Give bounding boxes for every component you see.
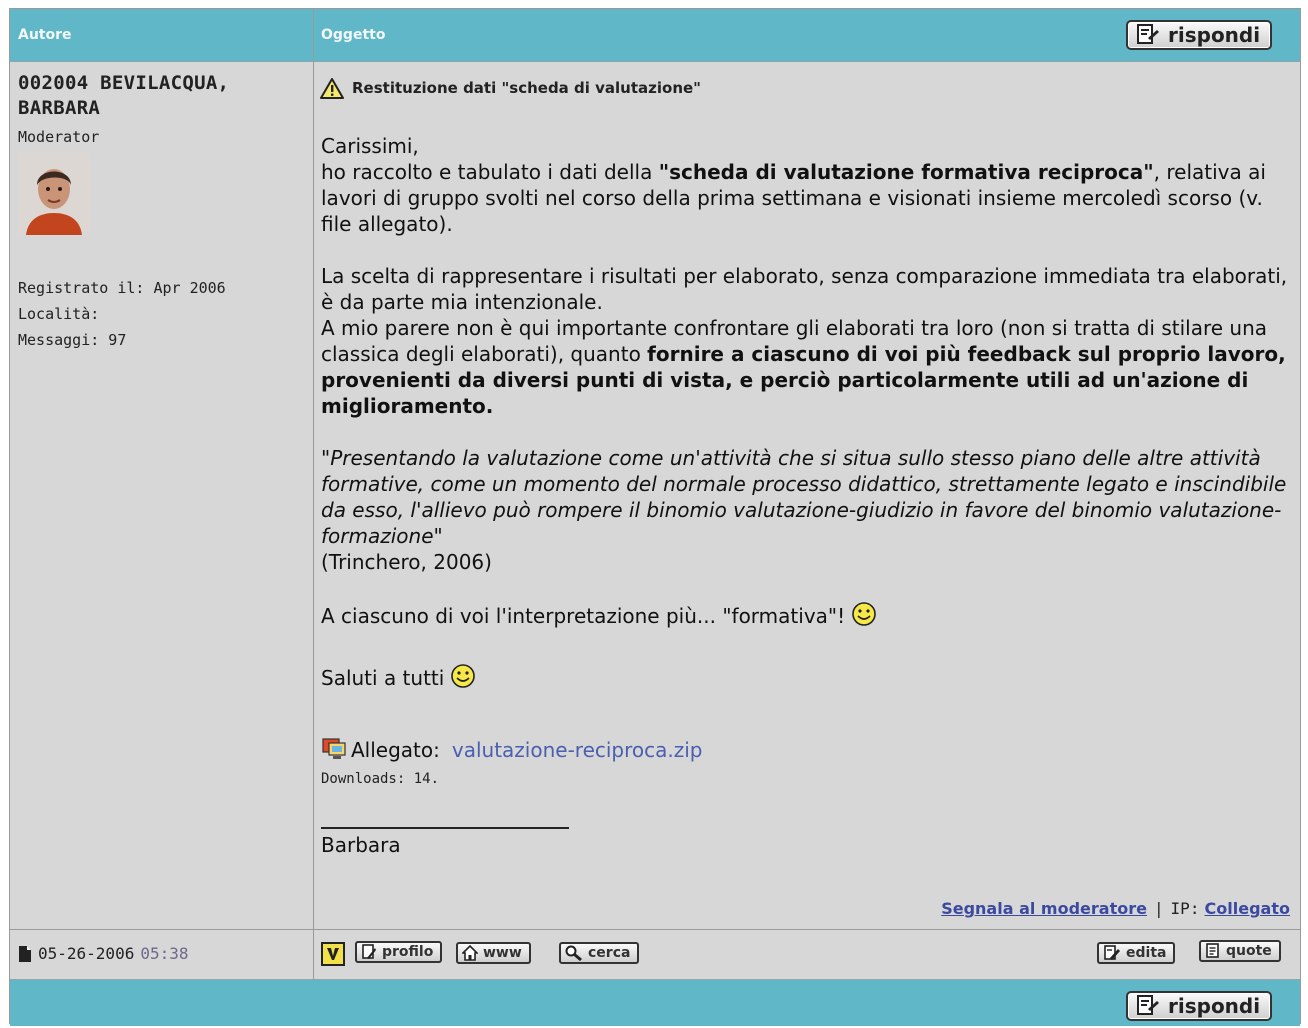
quote-button[interactable]: quote [1199,940,1281,962]
subject-column-header: Oggetto [321,27,386,43]
vcard-icon [327,948,339,960]
profile-label: profilo [382,944,434,960]
author-column-header: Autore [18,27,72,43]
post-controls: Segnala al moderatore | IP: Collegato [941,899,1290,918]
subject-text: Restituzione dati "scheda di valutazione… [352,79,701,97]
quotation: "Presentando la valutazione come un'atti… [321,446,1287,548]
ip-link[interactable]: Collegato [1205,899,1290,918]
attachment-icon [322,738,346,759]
attachment-link[interactable]: valutazione-reciproca.zip [452,737,703,763]
smiley-icon [450,663,476,695]
column-divider [313,9,314,979]
saluti-line: Saluti a tutti [321,666,445,690]
footer-divider [10,929,1300,930]
author-name[interactable]: 002004 BEVILACQUA, BARBARA [18,71,298,121]
quote-label: quote [1226,943,1272,959]
home-icon [462,945,478,961]
table-header: Autore Oggetto rispondi [10,9,1300,62]
signature: Barbara [321,833,401,857]
reply-button-top[interactable]: rispondi [1126,20,1273,50]
wish-line: A ciascuno di voi l'interpretazione più.… [321,604,846,628]
date-text: 05-26-2006 [38,944,135,963]
author-location: Località: [18,305,100,323]
www-button[interactable]: www [456,942,531,964]
post-frame: Autore Oggetto rispondi 002004 BEVILACQU… [9,8,1301,1026]
post-body: Carissimi, ho raccolto e tabulato i dati… [321,133,1296,858]
quote-icon [1206,943,1219,958]
document-icon [19,945,31,962]
warning-icon [320,78,344,99]
citation: (Trinchero, 2006) [321,550,492,574]
post-subject: Restituzione dati "scheda di valutazione… [320,77,701,99]
post-date: 05-26-2006 05:38 [18,944,189,963]
smiley-icon [851,601,877,633]
profile-button[interactable]: profilo [355,941,443,963]
paragraph-1-bold: "scheda di valutazione formativa recipro… [658,160,1154,184]
download-count: Downloads: 14. [321,771,440,787]
edit-icon [1104,945,1120,960]
table-footer: rispondi [10,979,1300,1026]
signature-divider [321,827,569,829]
profile-icon [362,944,376,959]
vcard-button[interactable] [321,942,345,966]
www-label: www [483,945,522,961]
report-moderator-link[interactable]: Segnala al moderatore [941,899,1147,918]
ip-label: IP: [1170,899,1200,918]
attachment-label: Allegato: [351,738,440,762]
reply-button-label: rispondi [1168,994,1261,1018]
edit-label: edita [1126,945,1167,961]
author-messages: Messaggi: 97 [18,331,127,349]
reply-icon [1137,24,1159,44]
avatar [18,153,90,235]
paragraph-2: La scelta di rappresentare i risultati p… [321,264,1288,314]
reply-button-bottom[interactable]: rispondi [1126,991,1273,1021]
reply-button-label: rispondi [1168,23,1261,47]
author-registered: Registrato il: Apr 2006 [18,279,226,297]
paragraph-1-start: ho raccolto e tabulato i dati della [321,160,659,184]
reply-icon [1137,995,1159,1015]
greeting: Carissimi, [321,134,419,158]
time-text: 05:38 [140,944,189,963]
edit-button[interactable]: edita [1097,942,1176,964]
attachment: Allegato: valutazione-reciproca.zip [321,735,1296,763]
search-icon [565,945,582,961]
search-button[interactable]: cerca [559,942,640,964]
controls-separator: | [1156,899,1162,918]
search-label: cerca [588,945,631,961]
author-role: Moderator [18,128,100,146]
